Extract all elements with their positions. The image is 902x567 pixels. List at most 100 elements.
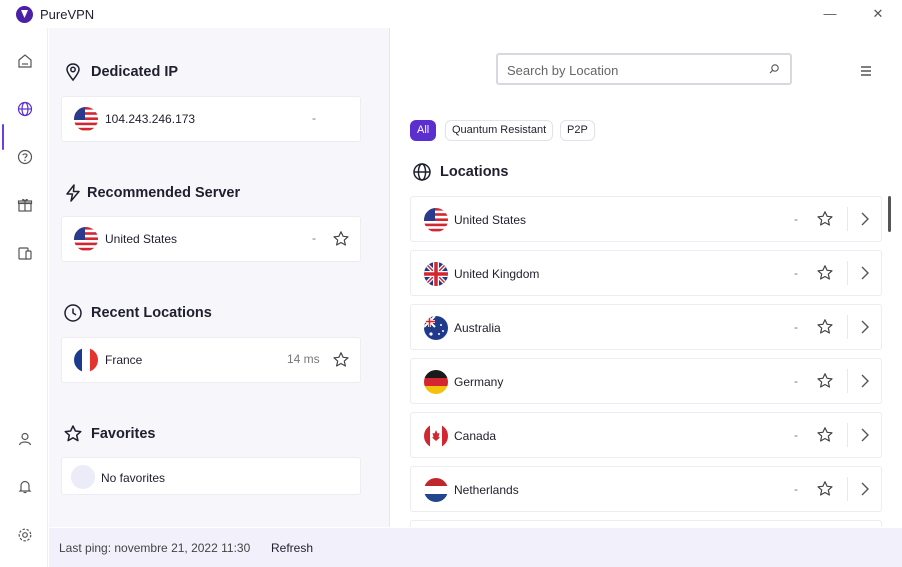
search-icon <box>769 64 779 74</box>
location-name: Australia <box>454 321 501 335</box>
netherlands-flag-icon <box>424 478 448 502</box>
chevron-right-icon[interactable] <box>860 211 870 227</box>
recent-ping: 14 ms <box>287 352 320 366</box>
locations-heading: Locations <box>412 162 508 182</box>
help-icon[interactable] <box>16 148 34 166</box>
nav-rail <box>0 28 48 567</box>
scrollbar[interactable] <box>888 196 891 232</box>
divider <box>847 261 848 285</box>
star-outline-icon <box>64 425 82 442</box>
divider <box>847 207 848 231</box>
chevron-right-icon[interactable] <box>860 373 870 389</box>
recommended-card[interactable]: United States - <box>61 216 361 262</box>
location-row[interactable]: United Kingdom - <box>410 250 882 296</box>
divider <box>847 369 848 393</box>
star-icon[interactable] <box>816 210 834 228</box>
chevron-right-icon[interactable] <box>860 481 870 497</box>
home-icon[interactable] <box>16 52 34 70</box>
close-button[interactable]: ✕ <box>868 4 888 24</box>
star-icon[interactable] <box>816 480 834 498</box>
location-pin-icon <box>66 63 80 82</box>
recommended-heading: Recommended Server <box>63 183 240 203</box>
us-flag-icon <box>74 107 98 131</box>
chevron-right-icon[interactable] <box>860 265 870 281</box>
divider <box>847 315 848 339</box>
location-row[interactable]: Australia - <box>410 304 882 350</box>
divider <box>847 423 848 447</box>
dedicated-ip-address: 104.243.246.173 <box>105 112 196 126</box>
location-row[interactable]: Netherlands - <box>410 466 882 512</box>
star-icon[interactable] <box>332 351 350 369</box>
filter-p2p[interactable]: P2P <box>560 120 595 141</box>
location-ping: - <box>794 428 798 442</box>
recent-card[interactable]: France 14 ms <box>61 337 361 383</box>
app-title: PureVPN <box>40 7 95 22</box>
clock-icon <box>64 304 82 322</box>
purevpn-logo-icon <box>16 6 33 23</box>
us-flag-icon <box>74 227 98 251</box>
no-favorites-text: No favorites <box>101 471 166 485</box>
star-icon[interactable] <box>816 426 834 444</box>
chevron-right-icon[interactable] <box>860 427 870 443</box>
active-indicator <box>2 124 4 150</box>
recent-heading: Recent Locations <box>63 303 212 323</box>
recent-title: Recent Locations <box>91 305 212 321</box>
empty-avatar <box>71 465 95 489</box>
location-name: United Kingdom <box>454 267 540 281</box>
dedicated-ip-ping: - <box>312 111 316 125</box>
star-icon[interactable] <box>332 230 350 248</box>
last-ping-text: Last ping: novembre 21, 2022 11:30 <box>59 541 251 555</box>
location-row[interactable]: Germany - <box>410 358 882 404</box>
bell-icon[interactable] <box>16 478 34 496</box>
search-input[interactable]: Search by Location <box>496 53 792 85</box>
germany-flag-icon <box>424 370 448 394</box>
favorites-heading: Favorites <box>63 424 155 444</box>
recommended-country: United States <box>105 232 178 246</box>
australia-flag-icon <box>424 316 448 340</box>
favorites-card: No favorites <box>61 457 361 495</box>
location-ping: - <box>794 266 798 280</box>
canada-flag-icon <box>424 424 448 448</box>
location-row[interactable] <box>410 520 882 527</box>
location-name: Netherlands <box>454 483 519 497</box>
search-placeholder: Search by Location <box>507 63 619 78</box>
locations-list: United States - United Kingdom - Austral… <box>410 196 882 527</box>
us-flag-icon <box>424 208 448 232</box>
location-row[interactable]: Canada - <box>410 412 882 458</box>
user-icon[interactable] <box>16 430 34 448</box>
star-icon[interactable] <box>816 372 834 390</box>
recent-country: France <box>105 353 143 367</box>
favorites-title: Favorites <box>91 426 156 442</box>
france-flag-icon <box>74 348 98 372</box>
location-name: Germany <box>454 375 504 389</box>
dedicated-ip-card[interactable]: 104.243.246.173 - <box>61 96 361 142</box>
globe-icon[interactable] <box>16 100 34 118</box>
chevron-right-icon[interactable] <box>860 319 870 335</box>
locations-title: Locations <box>440 164 509 180</box>
star-icon[interactable] <box>816 318 834 336</box>
devices-icon[interactable] <box>16 244 34 262</box>
filter-all[interactable]: All <box>410 120 437 141</box>
lightning-icon <box>66 184 80 202</box>
location-ping: - <box>794 374 798 388</box>
location-name: Canada <box>454 429 497 443</box>
left-panel: Dedicated IP 104.243.246.173 - Recommend… <box>49 28 389 527</box>
settings-icon[interactable] <box>16 526 34 544</box>
recommended-ping: - <box>312 231 316 245</box>
refresh-button[interactable]: Refresh <box>271 541 313 555</box>
location-ping: - <box>794 320 798 334</box>
filter-quantum-resistant[interactable]: Quantum Resistant <box>445 120 554 141</box>
status-footer: Last ping: novembre 21, 2022 11:30 Refre… <box>49 528 902 567</box>
minimize-button[interactable]: — <box>820 4 840 24</box>
location-name: United States <box>454 213 527 227</box>
star-icon[interactable] <box>816 264 834 282</box>
location-row[interactable]: United States - <box>410 196 882 242</box>
location-ping: - <box>794 212 798 226</box>
gift-icon[interactable] <box>16 196 34 214</box>
menu-icon[interactable] <box>860 65 872 77</box>
dedicated-ip-title: Dedicated IP <box>91 64 179 80</box>
dedicated-ip-heading: Dedicated IP <box>63 62 178 82</box>
uk-flag-icon <box>424 262 448 286</box>
title-bar: PureVPN — ✕ <box>0 0 902 28</box>
recommended-title: Recommended Server <box>87 185 241 201</box>
